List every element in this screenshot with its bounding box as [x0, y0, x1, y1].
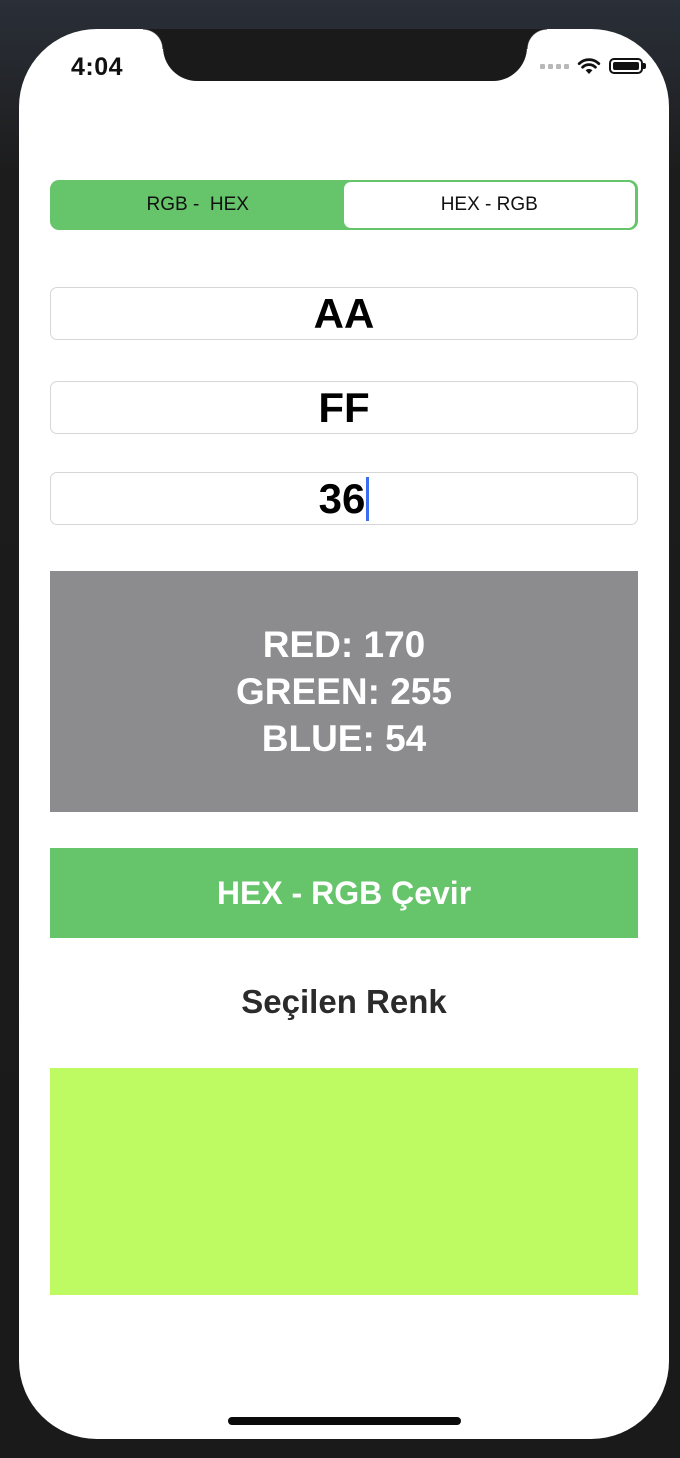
blue-hex-input[interactable]: 36: [50, 472, 638, 525]
battery-icon: [609, 58, 646, 74]
selected-color-swatch: [50, 1068, 638, 1295]
wifi-icon: [577, 58, 601, 74]
blue-hex-value: 36: [318, 474, 366, 522]
red-hex-input[interactable]: AA: [50, 287, 638, 340]
home-indicator[interactable]: [228, 1417, 461, 1425]
text-cursor: [366, 476, 370, 521]
convert-button[interactable]: HEX - RGB Çevir: [50, 848, 638, 938]
cellular-signal-icon: [540, 63, 569, 69]
result-blue: BLUE: 54: [261, 718, 427, 759]
result-green: GREEN: 255: [236, 671, 452, 712]
segment-hex-to-rgb[interactable]: HEX - RGB: [343, 182, 635, 228]
selected-color-label: Seçilen Renk: [241, 983, 447, 1020]
app-screen: 4:04 RGB - HEX HEX - RGB AA FF 36 RED: 1…: [19, 29, 669, 1439]
result-red: RED: 170: [262, 624, 426, 665]
segment-rgb-to-hex[interactable]: RGB - HEX: [52, 182, 344, 228]
device-notch: [143, 29, 547, 81]
status-icons: [540, 57, 646, 75]
green-hex-input[interactable]: FF: [50, 381, 638, 434]
mode-segmented-control[interactable]: RGB - HEX HEX - RGB: [50, 180, 638, 230]
rgb-result-panel: RED: 170 GREEN: 255 BLUE: 54: [50, 571, 638, 812]
status-time: 4:04: [71, 53, 124, 81]
